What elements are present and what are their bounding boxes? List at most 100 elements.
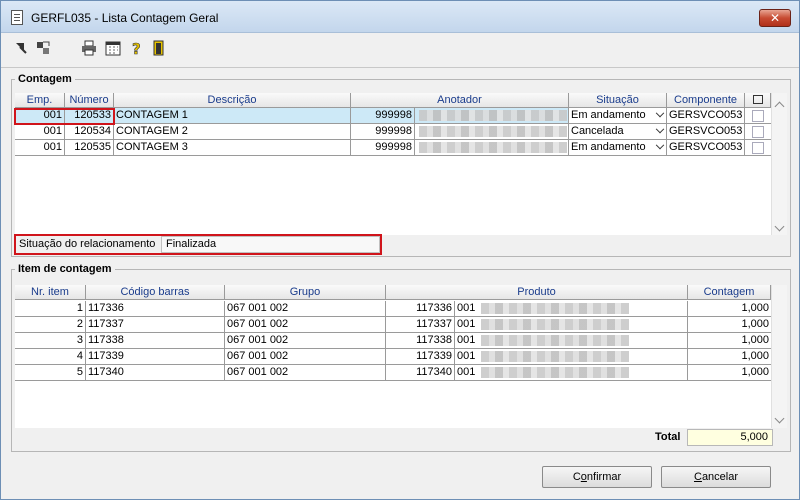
cell-contagem: 1,000 [688, 333, 771, 349]
cell-componente: GERSVCO053 [667, 124, 745, 140]
cell-contagem: 1,000 [688, 349, 771, 365]
row-checkbox[interactable] [752, 142, 764, 154]
redacted-name [419, 126, 567, 137]
cell-nr-item: 3 [15, 333, 86, 349]
contagem-scrollbar[interactable] [771, 93, 787, 235]
chevron-down-icon [655, 124, 665, 134]
cell-situacao: Em andamento [571, 141, 646, 153]
situacao-select[interactable]: Em andamento [569, 108, 667, 124]
redacted-product [481, 319, 629, 330]
exit-icon[interactable] [151, 40, 167, 56]
title-bar[interactable]: GERFL035 - Lista Contagem Geral ✕ [1, 1, 799, 33]
cancel-button[interactable]: Cancelar [661, 466, 771, 488]
cell-produto-cod: 117340 [386, 365, 455, 381]
cell-codigo: 117336 [86, 301, 225, 317]
cell-nr-item: 4 [15, 349, 86, 365]
col-codigo-barras[interactable]: Código barras [86, 285, 225, 300]
first-icon[interactable] [13, 40, 29, 56]
cell-grupo: 067 001 002 [225, 365, 386, 381]
cell-emp: 001 [15, 140, 65, 156]
cell-anotador-code: 999998 [351, 108, 415, 124]
col-contagem[interactable]: Contagem [688, 285, 771, 300]
cell-grupo: 067 001 002 [225, 349, 386, 365]
col-numero[interactable]: Número [65, 93, 114, 108]
cell-anotador-code: 999998 [351, 140, 415, 156]
table-row[interactable]: 001 120535 CONTAGEM 3 999998 Em andament… [15, 140, 771, 156]
cell-produto-emp: 001 [457, 334, 476, 346]
col-anotador[interactable]: Anotador [351, 93, 569, 108]
col-produto[interactable]: Produto [386, 285, 688, 300]
contagem-grid: Emp. Número Descrição Anotador Situação … [15, 93, 771, 235]
col-grupo[interactable]: Grupo [225, 285, 386, 300]
cell-produto-emp: 001 [457, 318, 476, 330]
situacao-select[interactable]: Cancelada [569, 124, 667, 140]
confirm-label-pre: C [572, 471, 581, 483]
scroll-down-icon[interactable] [774, 413, 785, 424]
col-situacao[interactable]: Situação [569, 93, 667, 108]
cell-componente: GERSVCO053 [667, 108, 745, 124]
cell-anotador-name [415, 140, 569, 156]
cell-produto-emp: 001 [457, 302, 476, 314]
cell-check [745, 140, 771, 156]
col-descricao[interactable]: Descrição [114, 93, 351, 108]
cell-produto-emp: 001 [457, 366, 476, 378]
row-checkbox[interactable] [752, 126, 764, 138]
window-title: GERFL035 - Lista Contagem Geral [31, 11, 219, 25]
redacted-name [419, 110, 567, 121]
cell-produto-desc: 001 [455, 301, 688, 317]
col-componente[interactable]: Componente [667, 93, 745, 108]
cell-produto-desc: 001 [455, 333, 688, 349]
cell-numero: 120534 [65, 124, 114, 140]
redacted-product [481, 303, 629, 314]
close-button[interactable]: ✕ [759, 9, 791, 27]
col-select-all[interactable] [745, 93, 771, 108]
cell-produto-cod: 117339 [386, 349, 455, 365]
cell-descricao: CONTAGEM 1 [114, 108, 351, 124]
cell-situacao: Cancelada [571, 125, 624, 137]
table-row[interactable]: 2 117337 067 001 002 117337 001 1,000 [15, 317, 771, 333]
cell-situacao: Em andamento [571, 109, 646, 121]
cancel-label-accel: C [693, 471, 702, 483]
cell-produto-desc: 001 [455, 317, 688, 333]
cell-descricao: CONTAGEM 2 [114, 124, 351, 140]
cell-grupo: 067 001 002 [225, 317, 386, 333]
cell-produto-emp: 001 [457, 350, 476, 362]
scroll-up-icon[interactable] [774, 101, 785, 112]
cell-nr-item: 2 [15, 317, 86, 333]
col-emp[interactable]: Emp. [15, 93, 65, 108]
table-row[interactable]: 5 117340 067 001 002 117340 001 1,000 [15, 365, 771, 381]
prev-icon[interactable] [35, 40, 51, 56]
table-row[interactable]: 001 120533 CONTAGEM 1 999998 Em andament… [15, 108, 771, 124]
cell-emp: 001 [15, 124, 65, 140]
calendar-icon[interactable] [105, 40, 121, 56]
cell-contagem: 1,000 [688, 365, 771, 381]
cell-produto-desc: 001 [455, 349, 688, 365]
table-row[interactable]: 1 117336 067 001 002 117336 001 1,000 [15, 301, 771, 317]
row-checkbox[interactable] [752, 110, 764, 122]
cell-anotador-name [415, 124, 569, 140]
confirm-label-post: nfirmar [586, 471, 622, 483]
chevron-down-icon [655, 140, 665, 150]
cell-codigo: 117339 [86, 349, 225, 365]
total-field: 5,000 [687, 429, 773, 446]
table-row[interactable]: 3 117338 067 001 002 117338 001 1,000 [15, 333, 771, 349]
cell-produto-cod: 117336 [386, 301, 455, 317]
redacted-product [481, 367, 629, 378]
scroll-down-icon[interactable] [774, 221, 785, 232]
itens-scrollbar[interactable] [771, 285, 787, 428]
cell-codigo: 117337 [86, 317, 225, 333]
table-row[interactable]: 001 120534 CONTAGEM 2 999998 Cancelada G… [15, 124, 771, 140]
toolbar: ? [1, 34, 799, 62]
situacao-select[interactable]: Em andamento [569, 140, 667, 156]
confirm-button[interactable]: Confirmar [542, 466, 652, 488]
col-nr-item[interactable]: Nr. item [15, 285, 86, 300]
cell-check [745, 108, 771, 124]
table-row[interactable]: 4 117339 067 001 002 117339 001 1,000 [15, 349, 771, 365]
cancel-label-post: ancelar [701, 471, 739, 483]
cell-codigo: 117338 [86, 333, 225, 349]
cell-codigo: 117340 [86, 365, 225, 381]
select-all-checkbox-icon [752, 95, 763, 104]
help-icon[interactable]: ? [129, 40, 145, 56]
print-icon[interactable] [81, 40, 97, 56]
cell-produto-cod: 117338 [386, 333, 455, 349]
